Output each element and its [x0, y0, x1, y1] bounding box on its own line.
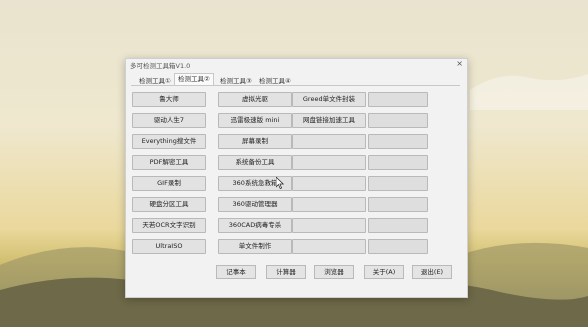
title-bar: 多可检测工具箱V1.0 × — [126, 59, 467, 71]
close-icon[interactable]: × — [456, 59, 463, 68]
about-button[interactable]: 关于(A) — [364, 265, 404, 279]
tool-button[interactable]: 天若OCR文字识别 — [132, 218, 206, 233]
tool-button-empty[interactable] — [368, 134, 428, 149]
tool-button[interactable]: 驱动人生7 — [132, 113, 206, 128]
tool-button-empty[interactable] — [368, 155, 428, 170]
tool-button-empty[interactable] — [292, 197, 366, 212]
tool-button[interactable]: 硬盘分区工具 — [132, 197, 206, 212]
tool-button[interactable]: 单文件制作 — [218, 239, 292, 254]
tool-button[interactable]: 鲁大师 — [132, 92, 206, 107]
tool-button-empty[interactable] — [368, 113, 428, 128]
tool-button-empty[interactable] — [292, 218, 366, 233]
tool-button-empty[interactable] — [368, 176, 428, 191]
calculator-button[interactable]: 计算器 — [266, 265, 306, 279]
tool-button[interactable]: Greed单文件封装 — [292, 92, 366, 107]
tool-button[interactable]: Everything搜文件 — [132, 134, 206, 149]
mouse-pointer-icon — [276, 177, 284, 189]
tool-button[interactable]: 360CAD病毒专杀 — [218, 218, 292, 233]
tool-button[interactable]: GIF录制 — [132, 176, 206, 191]
tool-button[interactable]: UltraISO — [132, 239, 206, 254]
tool-button[interactable]: 虚拟光驱 — [218, 92, 292, 107]
tool-button-empty[interactable] — [292, 134, 366, 149]
tool-button[interactable]: 360驱动管理器 — [218, 197, 292, 212]
exit-button[interactable]: 退出(E) — [412, 265, 452, 279]
tool-button[interactable]: 系统备份工具 — [218, 155, 292, 170]
tool-button[interactable]: 迅雷极速版 mini — [218, 113, 292, 128]
window-title: 多可检测工具箱V1.0 — [130, 62, 191, 70]
toolbox-window: 多可检测工具箱V1.0 × 检测工具① 检测工具② 检测工具③ 检测工具④ 鲁大… — [125, 58, 468, 298]
tool-button-empty[interactable] — [292, 239, 366, 254]
tool-button[interactable]: 网盘链接加速工具 — [292, 113, 366, 128]
notepad-button[interactable]: 记事本 — [216, 265, 256, 279]
tool-button-empty[interactable] — [368, 92, 428, 107]
browser-button[interactable]: 浏览器 — [314, 265, 354, 279]
tool-button-empty[interactable] — [368, 239, 428, 254]
tool-button[interactable]: PDF解密工具 — [132, 155, 206, 170]
tool-button-empty[interactable] — [292, 155, 366, 170]
tool-button-empty[interactable] — [292, 176, 366, 191]
tool-button[interactable]: 屏幕录制 — [218, 134, 292, 149]
tool-button-empty[interactable] — [368, 197, 428, 212]
tool-button-empty[interactable] — [368, 218, 428, 233]
